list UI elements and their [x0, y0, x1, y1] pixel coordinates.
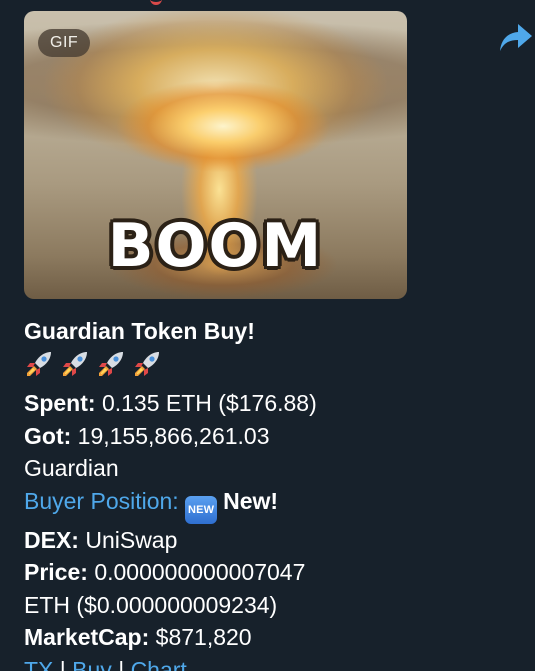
link-separator: |	[118, 656, 125, 671]
spent-row: Spent: 0.135 ETH ($176.88)	[24, 387, 454, 420]
marketcap-label: MarketCap:	[24, 624, 150, 650]
marketcap-value: $871,820	[155, 624, 252, 650]
got-label: Got:	[24, 422, 72, 449]
message-title: Guardian Token Buy!	[24, 318, 255, 344]
rocket-icon	[135, 351, 159, 376]
got-value: 19,155,866,261.03	[77, 422, 270, 449]
spent-label: Spent:	[24, 390, 96, 416]
price-value-usd: ETH ($0.000000009234)	[24, 591, 278, 618]
new-icon: NEW	[185, 495, 218, 524]
dex-row: DEX: UniSwap	[24, 524, 454, 557]
message-text: Guardian Token Buy! Spent: 0.135 ETH ($1…	[24, 315, 454, 671]
spent-value: 0.135 ETH ($176.88)	[101, 390, 317, 416]
dex-value: UniSwap	[85, 526, 178, 553]
chat-view: GIF BOOM Guardian Token Buy! Spent: 0.13…	[0, 0, 535, 671]
price-row: Price: 0.000000000007047	[24, 556, 454, 589]
share-arrow-icon[interactable]	[498, 22, 534, 54]
gif-media[interactable]: GIF BOOM	[24, 11, 407, 299]
got-row: Got: 19,155,866,261.03	[24, 420, 454, 453]
buy-link[interactable]: Buy	[72, 657, 112, 671]
rocket-icon	[99, 351, 123, 376]
tx-link[interactable]: TX	[24, 657, 53, 671]
link-separator: |	[59, 656, 66, 671]
gif-badge: GIF	[38, 29, 91, 57]
links-row: TX | Buy | Chart	[24, 654, 454, 671]
price-label: Price:	[24, 559, 88, 585]
price-value: 0.000000000007047	[94, 559, 306, 585]
marketcap-row: MarketCap: $871,820	[24, 621, 454, 654]
dex-label: DEX:	[24, 526, 79, 553]
rocket-icon	[27, 351, 51, 376]
new-label: New!	[223, 487, 279, 514]
buyer-position-row: Buyer Position: NEW New!	[24, 485, 454, 524]
buyer-position-link[interactable]: Buyer Position:	[24, 488, 179, 514]
rocket-icon	[63, 351, 87, 376]
rocket-row	[24, 348, 454, 388]
got-token: Guardian	[24, 455, 119, 481]
gif-caption: BOOM	[107, 211, 324, 281]
chart-link[interactable]: Chart	[131, 657, 187, 671]
previous-message-edge	[150, 0, 162, 5]
